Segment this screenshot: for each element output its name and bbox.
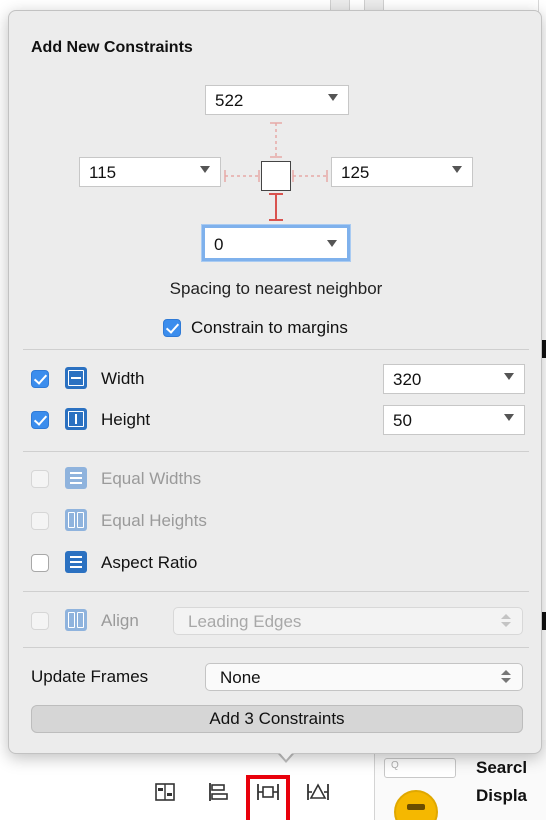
equal-heights-icon — [65, 509, 87, 531]
background-label-line2: Displa — [476, 786, 528, 805]
update-frames-label: Update Frames — [31, 667, 149, 686]
align-label: Align — [101, 611, 139, 630]
section-divider — [23, 647, 529, 648]
aspect-ratio-icon — [65, 551, 87, 573]
top-strut-icon[interactable] — [266, 121, 286, 159]
right-strut-icon[interactable] — [291, 166, 329, 186]
updown-chevron-icon — [500, 613, 512, 629]
align-popup[interactable]: Leading Edges — [173, 607, 523, 635]
bottom-spacing-value: 0 — [214, 235, 224, 254]
bottom-spacing-combo[interactable]: 0 — [202, 225, 350, 261]
chevron-down-icon[interactable] — [452, 166, 462, 173]
section-divider — [23, 451, 529, 452]
equal-heights-label: Equal Heights — [101, 511, 207, 530]
update-frames-value: None — [220, 668, 261, 687]
chevron-down-icon[interactable] — [504, 373, 514, 380]
height-value: 50 — [393, 411, 412, 430]
align-checkbox[interactable] — [31, 612, 49, 630]
chevron-down-icon[interactable] — [200, 166, 210, 173]
section-divider — [23, 591, 529, 592]
align-constraint-icon — [65, 609, 87, 631]
background-search-field[interactable]: Q — [384, 758, 456, 778]
right-spacing-combo[interactable]: 125 — [331, 157, 473, 187]
update-frames-popup[interactable]: None — [205, 663, 523, 691]
height-label: Height — [101, 410, 151, 429]
height-value-combo[interactable]: 50 — [383, 405, 525, 435]
equal-widths-checkbox[interactable] — [31, 470, 49, 488]
popover-title: Add New Constraints — [31, 39, 193, 56]
right-spacing-value: 125 — [341, 163, 370, 182]
spacing-caption: Spacing to nearest neighbor — [169, 279, 383, 298]
top-spacing-value: 522 — [215, 91, 244, 110]
chevron-down-icon[interactable] — [504, 414, 514, 421]
section-divider — [23, 349, 529, 350]
popover-arrow — [272, 744, 300, 760]
stack-icon[interactable] — [150, 781, 180, 811]
updown-chevron-icon — [500, 669, 512, 685]
width-value-combo[interactable]: 320 — [383, 364, 525, 394]
left-strut-icon[interactable] — [223, 166, 261, 186]
equal-widths-label: Equal Widths — [101, 469, 202, 488]
resolve-issues-icon[interactable] — [303, 781, 333, 811]
search-icon: Q — [391, 760, 399, 771]
width-value: 320 — [393, 370, 422, 389]
top-spacing-combo[interactable]: 522 — [205, 85, 349, 115]
add-constraints-popover: Add New Constraints 522 115 125 0 Spacin… — [8, 10, 542, 754]
width-constraint-icon — [65, 367, 87, 389]
left-spacing-combo[interactable]: 115 — [79, 157, 221, 187]
aspect-ratio-checkbox[interactable] — [31, 554, 49, 572]
equal-widths-icon — [65, 467, 87, 489]
width-checkbox[interactable] — [31, 370, 49, 388]
constraint-target-view — [261, 161, 291, 191]
background-label-line1: Searcl — [476, 758, 528, 777]
aspect-ratio-label: Aspect Ratio — [101, 553, 198, 572]
add-constraints-button[interactable]: Add 3 Constraints — [31, 705, 523, 733]
left-spacing-value: 115 — [89, 163, 117, 182]
width-label: Width — [101, 369, 145, 388]
chevron-down-icon[interactable] — [327, 240, 337, 247]
height-constraint-icon — [65, 408, 87, 430]
align-icon[interactable] — [203, 781, 233, 811]
constrain-to-margins-checkbox[interactable] — [163, 319, 181, 337]
bottom-strut-icon[interactable] — [266, 192, 286, 222]
align-popup-value: Leading Edges — [188, 612, 302, 631]
chevron-down-icon[interactable] — [328, 94, 338, 101]
height-checkbox[interactable] — [31, 411, 49, 429]
constrain-to-margins-label: Constrain to margins — [191, 318, 348, 337]
pin-icon-highlight — [246, 775, 290, 820]
equal-heights-checkbox[interactable] — [31, 512, 49, 530]
